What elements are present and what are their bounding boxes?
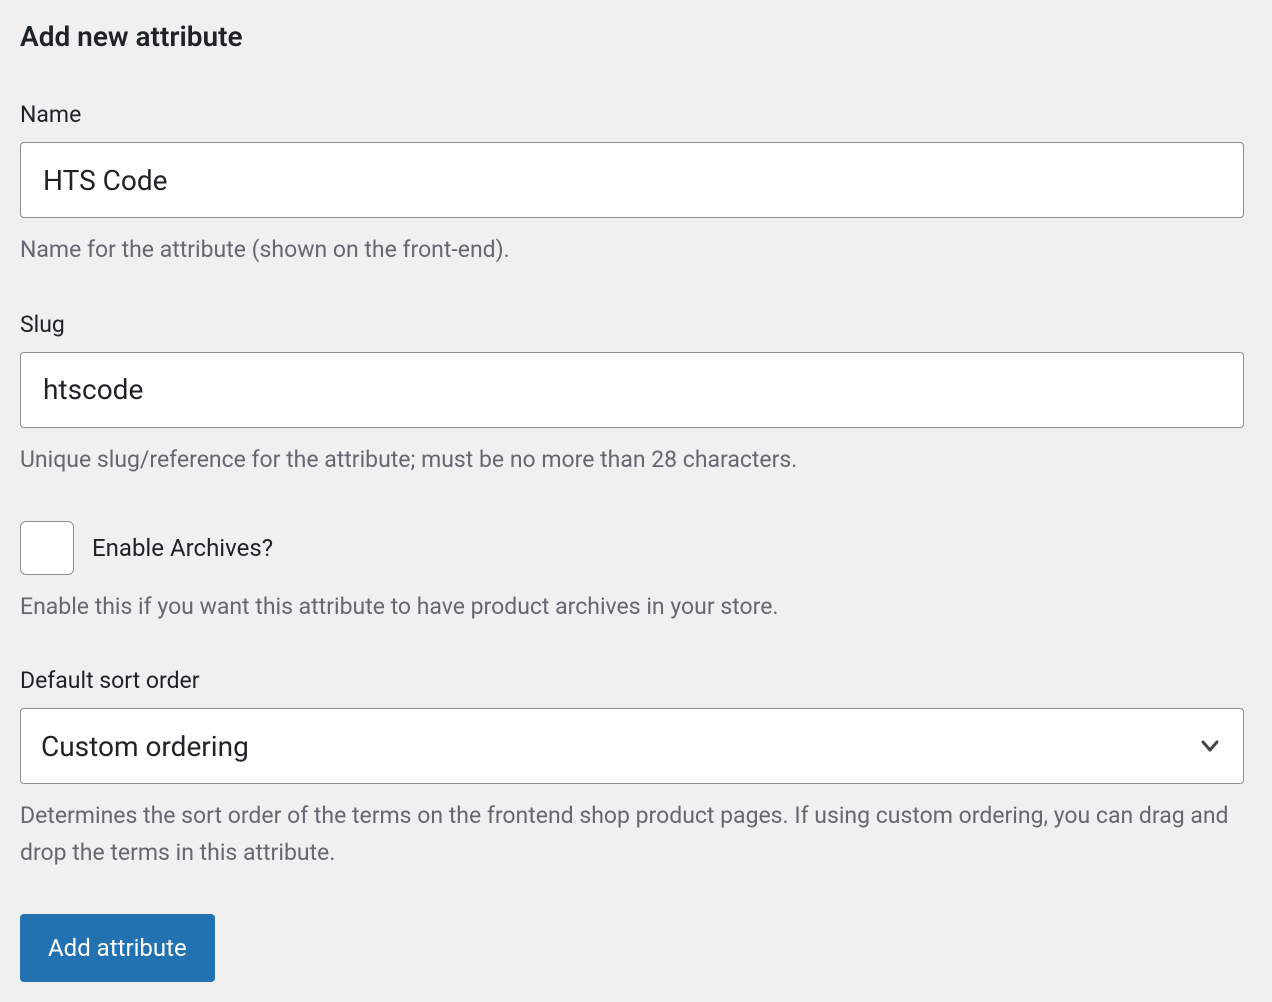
name-label: Name (20, 101, 1252, 128)
sort-order-select[interactable]: Custom ordering (20, 708, 1244, 784)
enable-archives-checkbox[interactable] (20, 521, 74, 575)
sort-order-help-text: Determines the sort order of the terms o… (20, 798, 1244, 872)
name-input[interactable] (20, 142, 1244, 218)
slug-label: Slug (20, 311, 1252, 338)
archives-field-group: Enable Archives? Enable this if you want… (20, 521, 1252, 626)
archives-help-text: Enable this if you want this attribute t… (20, 589, 1244, 626)
sort-order-field-group: Default sort order Custom ordering Deter… (20, 667, 1252, 872)
sort-order-label: Default sort order (20, 667, 1252, 694)
add-attribute-button[interactable]: Add attribute (20, 914, 215, 982)
enable-archives-label: Enable Archives? (92, 534, 273, 562)
name-help-text: Name for the attribute (shown on the fro… (20, 232, 1244, 269)
slug-help-text: Unique slug/reference for the attribute;… (20, 442, 1244, 479)
slug-field-group: Slug Unique slug/reference for the attri… (20, 311, 1252, 479)
name-field-group: Name Name for the attribute (shown on th… (20, 101, 1252, 269)
page-title: Add new attribute (20, 20, 1252, 53)
slug-input[interactable] (20, 352, 1244, 428)
